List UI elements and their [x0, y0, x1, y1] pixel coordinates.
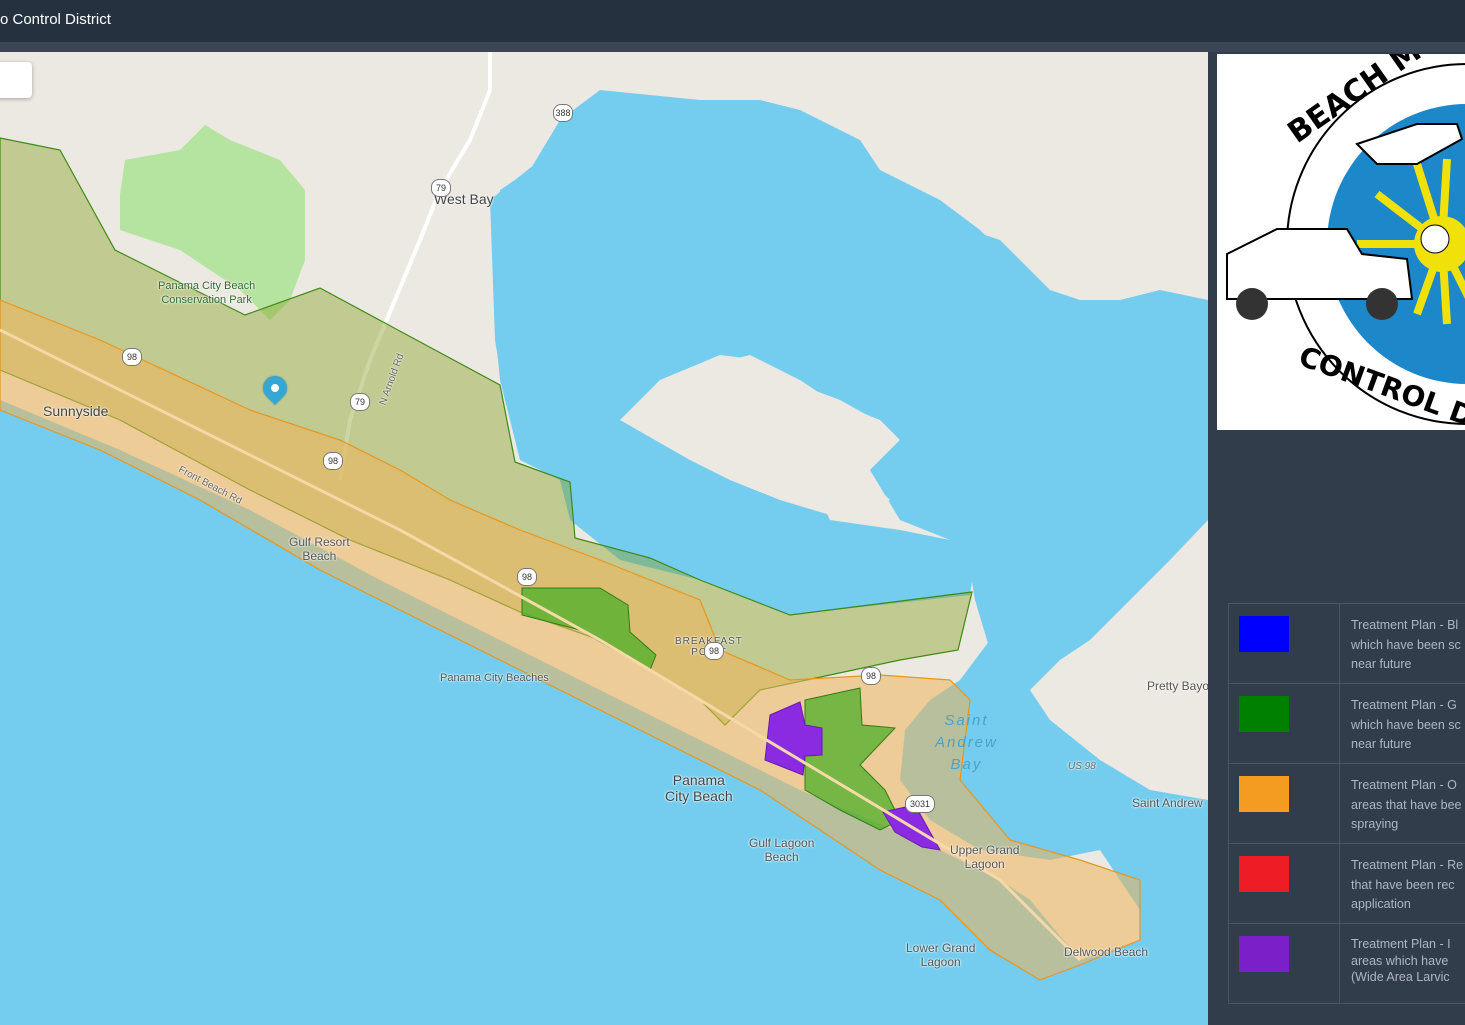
legend-swatch-orange: [1239, 776, 1289, 812]
label-gulf-resort-beach: Gulf Resort Beach: [289, 535, 350, 563]
legend-swatch-blue: [1239, 616, 1289, 652]
legend-text: Treatment Plan - I: [1351, 937, 1451, 951]
legend-text: Treatment Plan - O: [1351, 778, 1457, 792]
legend-row: Treatment Plan - Bl which have been sc nea…: [1228, 604, 1465, 684]
map-view[interactable]: West Bay Panama City Beach Conservation …: [0, 52, 1208, 1025]
legend-swatch-red: [1239, 856, 1289, 892]
label-conservation-park: Panama City Beach Conservation Park: [158, 280, 256, 306]
label-pretty-bayou: Pretty Bayo: [1147, 679, 1208, 693]
legend-text: Treatment Plan - Re: [1351, 858, 1464, 872]
shield-98: 98: [323, 452, 343, 470]
legend-row: Treatment Plan - Oareas that have bee spr…: [1228, 764, 1465, 844]
shield-3031: 3031: [905, 795, 935, 813]
shield-98: 98: [122, 348, 142, 366]
app-title: o Control District: [0, 11, 111, 28]
sidebar: BEACH MO CONTROL D Treatment Plan - Bl wh…: [1208, 52, 1465, 1025]
legend-text: Treatment Plan - Bl: [1351, 618, 1459, 632]
shield-79: 79: [350, 393, 370, 411]
label-saint-andrew-bay: Saint Andrew Bay: [935, 712, 998, 773]
label-sunnyside: Sunnyside: [43, 403, 109, 419]
shield-98: 98: [517, 568, 537, 586]
legend-text: Treatment Plan - G: [1351, 698, 1457, 712]
app-header: o Control District: [0, 0, 1465, 42]
legend: Treatment Plan - Bl which have been sc nea…: [1228, 603, 1465, 1004]
legend-row: Treatment Plan - Re that have been rec app…: [1228, 844, 1465, 924]
shield-98: 98: [861, 667, 881, 685]
map-canvas[interactable]: [0, 52, 1208, 1025]
legend-row: Treatment Plan - Iareas which have (Wide …: [1228, 924, 1465, 1004]
label-gulf-lagoon-beach: Gulf Lagoon Beach: [749, 836, 815, 864]
header-subbar: [0, 42, 1465, 52]
label-delwood-beach: Delwood Beach: [1064, 945, 1149, 959]
shield-98: 98: [704, 642, 724, 660]
legend-row: Treatment Plan - Gwhich have been sc near…: [1228, 684, 1465, 764]
label-lower-grand-lagoon: Lower Grand Lagoon: [906, 941, 976, 969]
shield-388: 388: [553, 104, 573, 122]
legend-swatch-green: [1239, 696, 1289, 732]
map-zoom-control[interactable]: [0, 62, 32, 98]
shield-79: 79: [431, 179, 451, 197]
label-panama-city-beach: Panama City Beach: [665, 772, 733, 804]
label-upper-grand-lagoon: Upper Grand Lagoon: [950, 843, 1020, 871]
legend-swatch-purple: [1239, 936, 1289, 972]
label-panama-city-beaches: Panama City Beaches: [440, 672, 549, 684]
district-logo: BEACH MO CONTROL D: [1217, 54, 1465, 430]
label-saint-andrew: Saint Andrew: [1132, 796, 1203, 810]
label-us98: US 98: [1068, 761, 1096, 772]
